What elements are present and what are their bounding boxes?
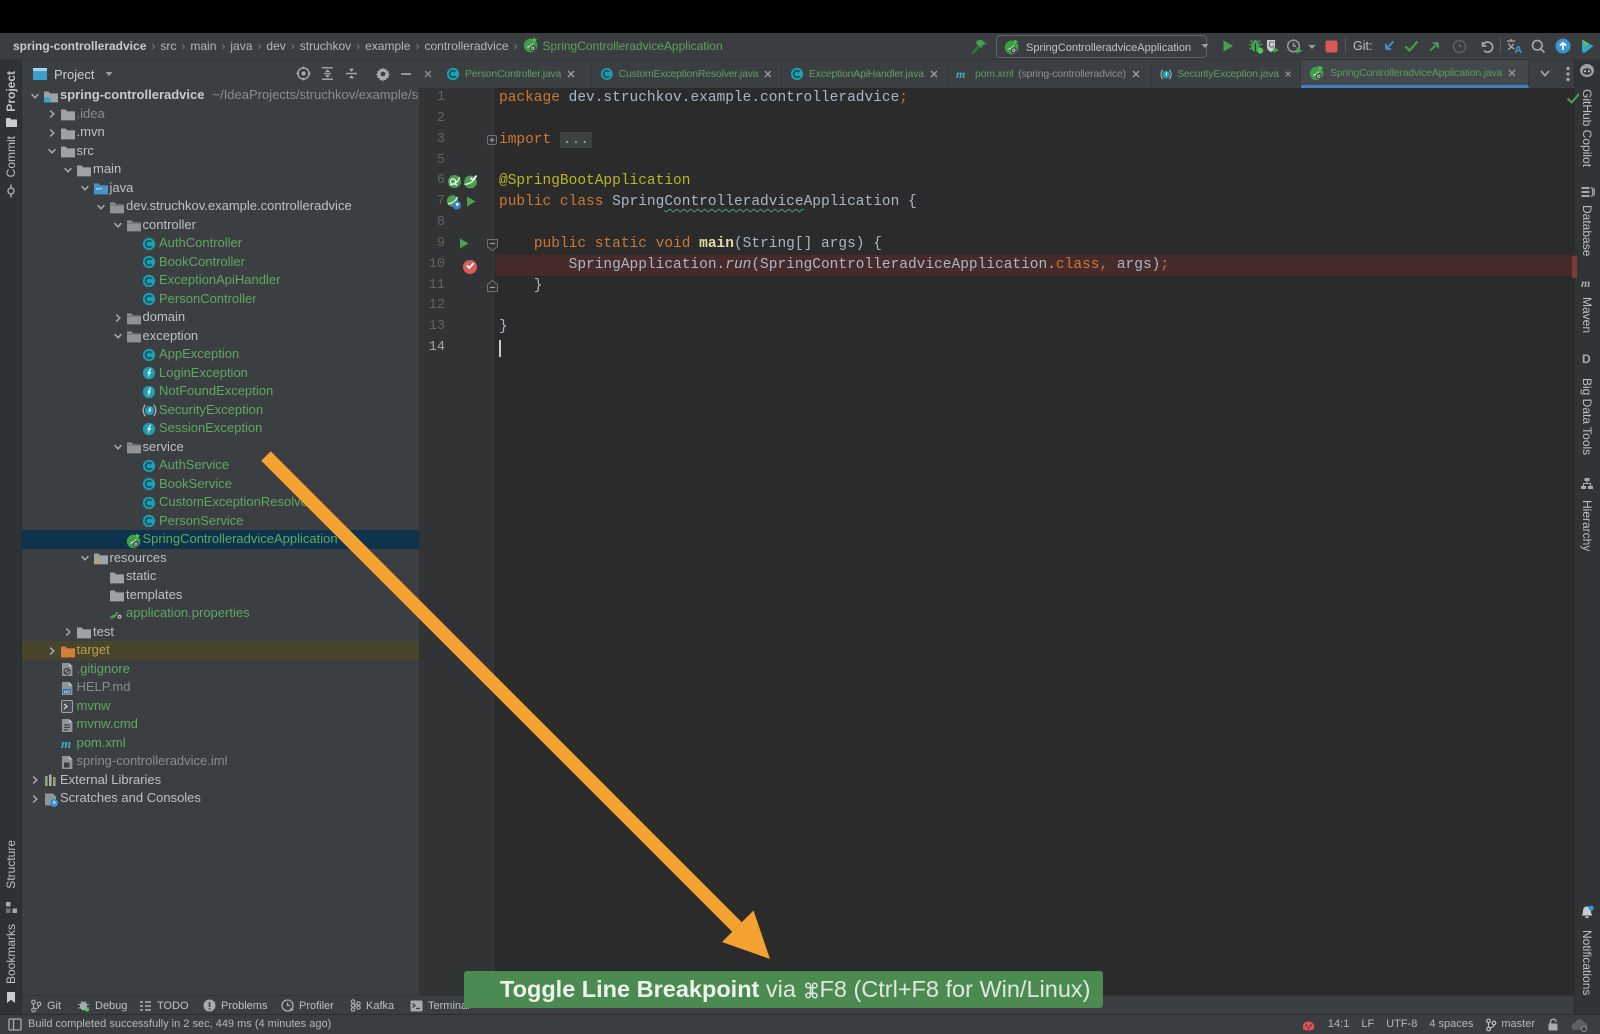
svg-text:A: A xyxy=(1515,44,1523,54)
svg-text:MD: MD xyxy=(64,688,70,693)
svg-text:m: m xyxy=(1581,276,1590,289)
svg-text:m: m xyxy=(956,67,965,81)
svg-text:m: m xyxy=(61,736,71,751)
svg-text:D: D xyxy=(1582,352,1591,365)
